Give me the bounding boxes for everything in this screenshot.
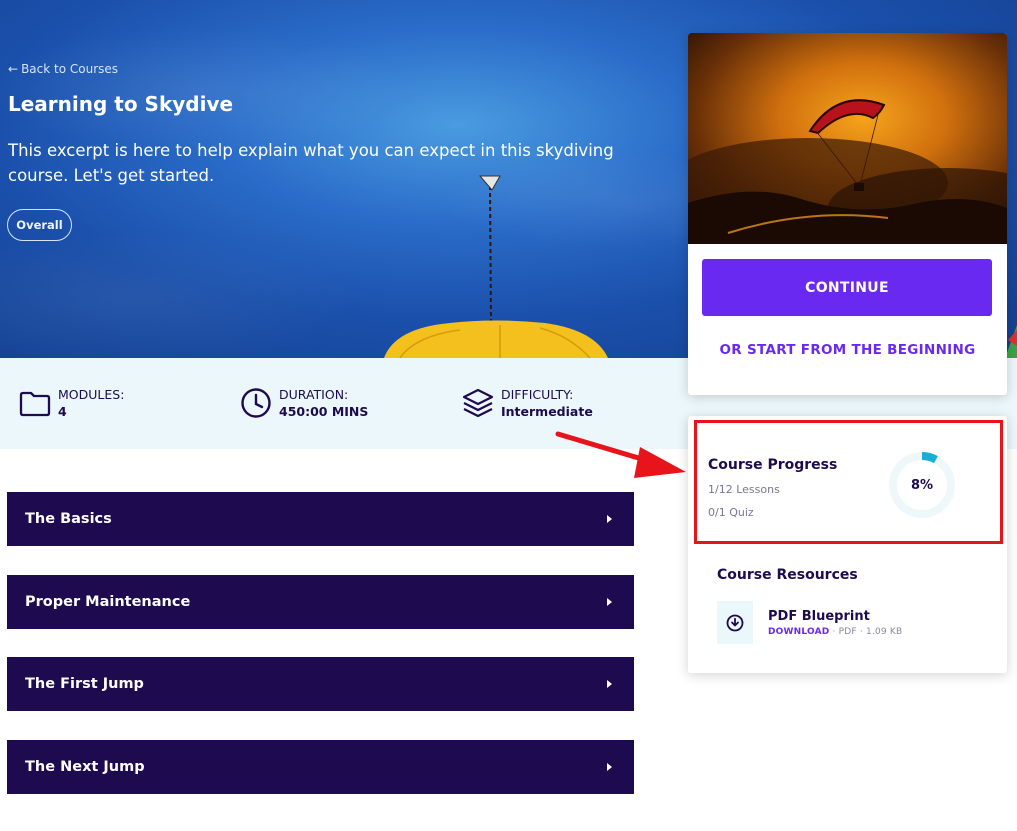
start-from-beginning-link[interactable]: OR START FROM THE BEGINNING [688, 342, 1007, 358]
category-pill[interactable]: Overall [7, 209, 72, 241]
caret-right-icon [607, 515, 612, 523]
progress-resources-card: Course Progress 1/12 Lessons 0/1 Quiz 8%… [688, 416, 1007, 673]
difficulty-label: DIFFICULTY: [501, 387, 574, 402]
clock-icon [241, 388, 271, 418]
duration-value: 450:00 MINS [279, 404, 369, 419]
module-the-basics[interactable]: The Basics [7, 492, 634, 546]
back-to-courses-label: Back to Courses [21, 62, 119, 76]
caret-right-icon [607, 763, 612, 771]
module-title: The Basics [25, 511, 112, 527]
modules-value: 4 [58, 404, 67, 419]
resource-download-link[interactable]: DOWNLOAD [768, 627, 829, 637]
info-modules: MODULES: 4 [18, 386, 124, 420]
course-thumbnail [688, 33, 1007, 244]
info-difficulty: DIFFICULTY: Intermediate [461, 386, 593, 420]
paraglider-image [688, 33, 1007, 244]
course-action-card: CONTINUE OR START FROM THE BEGINNING [688, 33, 1007, 395]
module-the-first-jump[interactable]: The First Jump [7, 657, 634, 711]
quiz-count: 0/1 Quiz [708, 506, 754, 519]
resource-meta: DOWNLOAD · PDF · 1.09 KB [768, 627, 902, 637]
course-title: Learning to Skydive [8, 92, 234, 116]
module-title: The First Jump [25, 676, 144, 692]
progress-percent: 8% [910, 477, 934, 493]
arrow-left-icon: ← [8, 62, 19, 76]
module-proper-maintenance[interactable]: Proper Maintenance [7, 575, 634, 629]
resource-file-info: · PDF · 1.09 KB [829, 627, 903, 637]
caret-right-icon [607, 598, 612, 606]
folder-icon [19, 391, 51, 417]
caret-right-icon [607, 680, 612, 688]
module-the-next-jump[interactable]: The Next Jump [7, 740, 634, 794]
back-to-courses-link[interactable]: ← Back to Courses [8, 62, 118, 76]
course-excerpt: This excerpt is here to help explain wha… [8, 141, 614, 185]
course-progress-title: Course Progress [708, 457, 838, 473]
module-title: Proper Maintenance [25, 594, 191, 610]
info-duration: DURATION: 450:00 MINS [239, 386, 368, 420]
continue-button[interactable]: CONTINUE [702, 259, 992, 316]
layers-icon [462, 388, 494, 418]
resource-download-button[interactable] [717, 601, 753, 644]
lessons-count: 1/12 Lessons [708, 483, 780, 496]
resource-name: PDF Blueprint [768, 609, 870, 624]
download-icon [726, 614, 744, 631]
difficulty-value: Intermediate [501, 404, 593, 419]
module-title: The Next Jump [25, 759, 145, 775]
course-resources-title: Course Resources [717, 567, 858, 583]
modules-label: MODULES: [58, 387, 125, 402]
duration-label: DURATION: [279, 387, 349, 402]
